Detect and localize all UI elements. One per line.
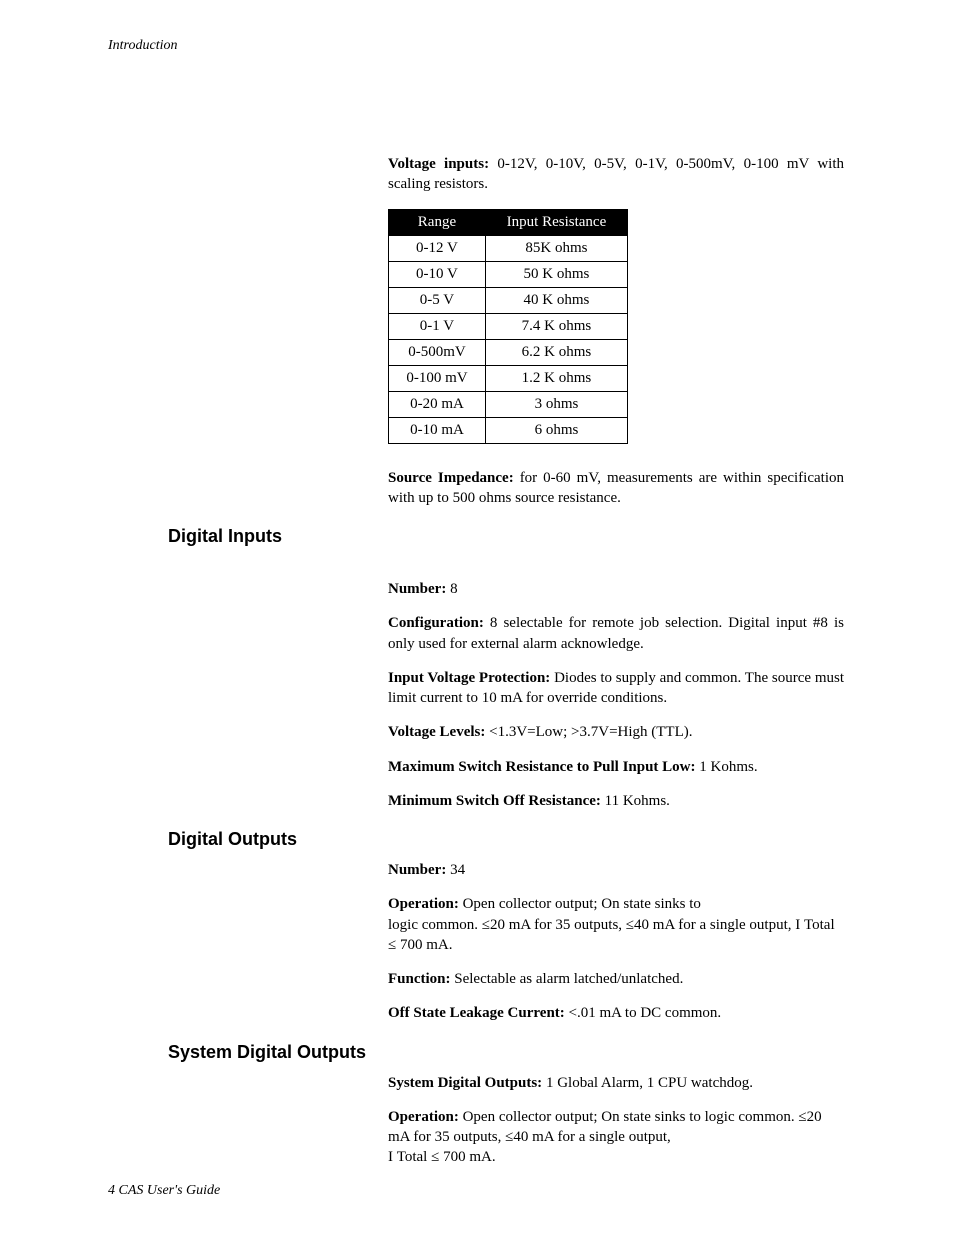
source-impedance-label: Source Impedance: xyxy=(388,470,514,486)
table-row: 0-10 V50 K ohms xyxy=(389,261,628,287)
table-cell: 0-100 mV xyxy=(389,365,486,391)
text: Open collector output; On state sinks to xyxy=(459,896,701,912)
table-row: 0-10 mA6 ohms xyxy=(389,417,628,443)
table-row: 0-5 V40 K ohms xyxy=(389,287,628,313)
sdo-outputs: System Digital Outputs: 1 Global Alarm, … xyxy=(388,1073,844,1093)
table-cell: 0-5 V xyxy=(389,287,486,313)
input-resistance-table: Range Input Resistance 0-12 V85K ohms 0-… xyxy=(388,209,628,444)
do-number: Number: 34 xyxy=(388,860,844,880)
do-function: Function: Selectable as alarm latched/un… xyxy=(388,969,844,989)
table-cell: 0-20 mA xyxy=(389,391,486,417)
table-cell: 0-10 mA xyxy=(389,417,486,443)
label: Voltage Levels: xyxy=(388,724,485,740)
sdo-operation: Operation: Open collector output; On sta… xyxy=(388,1107,844,1168)
table-row: 0-20 mA3 ohms xyxy=(389,391,628,417)
running-head: Introduction xyxy=(108,38,844,54)
page-footer: 4 CAS User's Guide xyxy=(108,1183,220,1199)
text2: Ι Total ≤ 700 mA. xyxy=(388,1149,496,1165)
text: 34 xyxy=(446,862,465,878)
text: <1.3V=Low; >3.7V=High (TTL). xyxy=(485,724,692,740)
di-configuration: Configuration: 8 selectable for remote j… xyxy=(388,613,844,654)
text: 1 Global Alarm, 1 CPU watchdog. xyxy=(542,1075,753,1091)
table-row: 0-500mV6.2 K ohms xyxy=(389,339,628,365)
heading-digital-inputs: Digital Inputs xyxy=(168,526,844,547)
di-max-switch-resistance: Maximum Switch Resistance to Pull Input … xyxy=(388,757,844,777)
text: <.01 mA to DC common. xyxy=(565,1005,721,1021)
table-cell: 7.4 K ohms xyxy=(485,313,627,339)
text: 1 Kohms. xyxy=(696,759,758,775)
label: Number: xyxy=(388,581,446,597)
di-number: Number: 8 xyxy=(388,579,844,599)
heading-digital-outputs: Digital Outputs xyxy=(168,829,844,850)
voltage-inputs-para: Voltage inputs: 0-12V, 0-10V, 0-5V, 0-1V… xyxy=(388,154,844,195)
voltage-inputs-label: Voltage inputs: xyxy=(388,156,489,172)
table-cell: 0-1 V xyxy=(389,313,486,339)
label: Maximum Switch Resistance to Pull Input … xyxy=(388,759,696,775)
table-cell: 0-12 V xyxy=(389,235,486,261)
text2: logic common. ≤20 mA for 35 outputs, ≤40… xyxy=(388,917,835,953)
table-cell: 1.2 K ohms xyxy=(485,365,627,391)
label: System Digital Outputs: xyxy=(388,1075,542,1091)
table-header-range: Range xyxy=(389,209,486,235)
table-cell: 0-500mV xyxy=(389,339,486,365)
table-cell: 3 ohms xyxy=(485,391,627,417)
label: Function: xyxy=(388,971,451,987)
table-row: 0-1 V7.4 K ohms xyxy=(389,313,628,339)
label: Off State Leakage Current: xyxy=(388,1005,565,1021)
label: Input Voltage Protection: xyxy=(388,670,550,686)
do-off-state-leakage: Off State Leakage Current: <.01 mA to DC… xyxy=(388,1003,844,1023)
text: Selectable as alarm latched/unlatched. xyxy=(451,971,684,987)
label: Configuration: xyxy=(388,615,484,631)
do-operation: Operation: Open collector output; On sta… xyxy=(388,894,844,955)
di-input-voltage-protection: Input Voltage Protection: Diodes to supp… xyxy=(388,668,844,709)
text: 11 Kohms. xyxy=(601,793,670,809)
table-cell: 40 K ohms xyxy=(485,287,627,313)
label: Operation: xyxy=(388,1109,459,1125)
heading-system-digital-outputs: System Digital Outputs xyxy=(168,1042,844,1063)
table-row: 0-12 V85K ohms xyxy=(389,235,628,261)
table-cell: 50 K ohms xyxy=(485,261,627,287)
table-cell: 85K ohms xyxy=(485,235,627,261)
di-min-switch-off-resistance: Minimum Switch Off Resistance: 11 Kohms. xyxy=(388,791,844,811)
label: Operation: xyxy=(388,896,459,912)
table-header-resistance: Input Resistance xyxy=(485,209,627,235)
label: Number: xyxy=(388,862,446,878)
table-cell: 0-10 V xyxy=(389,261,486,287)
source-impedance-para: Source Impedance: for 0-60 mV, measureme… xyxy=(388,468,844,509)
label: Minimum Switch Off Resistance: xyxy=(388,793,601,809)
table-row: 0-100 mV1.2 K ohms xyxy=(389,365,628,391)
table-cell: 6.2 K ohms xyxy=(485,339,627,365)
table-cell: 6 ohms xyxy=(485,417,627,443)
di-voltage-levels: Voltage Levels: <1.3V=Low; >3.7V=High (T… xyxy=(388,722,844,742)
text: 8 xyxy=(446,581,457,597)
